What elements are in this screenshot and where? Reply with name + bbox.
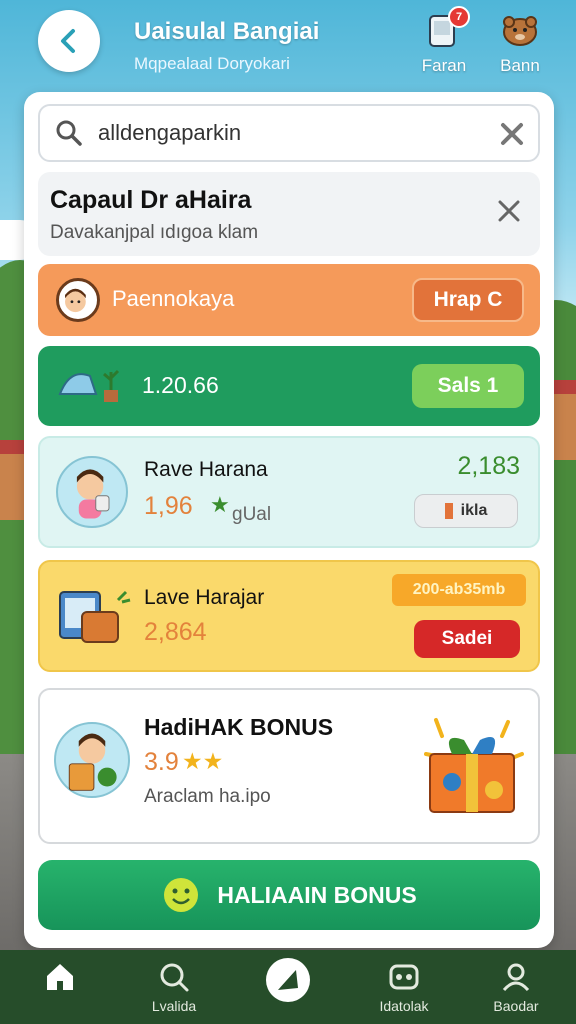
row-title: Rave Harana [144, 458, 268, 481]
profile-icon [502, 963, 530, 992]
gamepad-icon [389, 964, 419, 990]
search-input[interactable] [98, 120, 478, 146]
bonus-rating: 3.9 [144, 748, 179, 776]
info-card-title: Capaul Dr aHaira [50, 186, 252, 214]
header-action-label: Bann [500, 56, 540, 75]
nav-label: Idatolak [379, 998, 429, 1014]
app-subtitle: Mqpealaal Doryokari [134, 54, 290, 73]
star-rating-icon: ★★ [182, 748, 224, 774]
avatar [54, 722, 130, 798]
nav-compass[interactable] [266, 958, 310, 1002]
bonus-cta-label: HALIAAIN BONUS [217, 881, 417, 908]
header-action-faran[interactable]: 7 Faran [410, 6, 478, 76]
search-icon [56, 120, 82, 146]
tablet-box-icon [59, 590, 131, 643]
back-button[interactable] [38, 10, 100, 72]
bonus-subtitle: Araclam ha.ipo [144, 786, 271, 807]
clear-search-icon[interactable] [498, 120, 526, 148]
bonus-cta-button[interactable]: HALIAAIN BONUS [38, 860, 540, 930]
row-rating-suffix: gUal [232, 504, 272, 525]
info-card-subtitle: Davakanjpal ıdıgoa klam [50, 222, 259, 243]
list-item-yellow[interactable]: Lave Harajar 2,864 200-ab35mb Sadei [38, 560, 540, 672]
row-tag: 200-ab35mb [392, 574, 526, 606]
nav-home[interactable] [10, 960, 110, 994]
animal-icon [500, 10, 540, 50]
avatar [56, 278, 100, 322]
row-action-button[interactable]: Hrap C [412, 278, 524, 322]
home-icon [47, 964, 73, 990]
search-icon [160, 963, 189, 992]
nav-search[interactable]: Lvalida [124, 960, 224, 1014]
list-item-green[interactable]: 1.20.66 Sals 1 [38, 346, 540, 426]
row-value: 1.20.66 [142, 372, 219, 398]
row-action-button[interactable]: Sals 1 [412, 364, 524, 408]
cap-plant-icon [58, 369, 120, 402]
header-action-bann[interactable]: Bann [486, 10, 554, 76]
bonus-title: HadiHAK BONUS [144, 714, 334, 740]
row-action-button[interactable]: ikla [414, 494, 518, 528]
gift-box-icon [424, 718, 524, 813]
star-icon: ★ [210, 492, 230, 517]
bonus-card[interactable]: HadiHAK BONUS 3.9 ★★ Araclam ha.ipo [38, 688, 540, 844]
row-amount: 2,183 [457, 452, 520, 480]
smiley-icon [164, 878, 199, 912]
list-item-mint[interactable]: Rave Harana 2,183 1,96 ★ gUal ikla [38, 436, 540, 548]
row-title: Lave Harajar [144, 586, 265, 609]
notification-badge: 7 [448, 6, 470, 28]
list-item-orange[interactable]: Paennokaya Hrap C [38, 264, 540, 336]
nav-games[interactable]: Idatolak [354, 960, 454, 1014]
notification-device-icon: 7 [424, 6, 470, 50]
nav-label: Baodar [493, 998, 539, 1014]
info-card: Capaul Dr aHaira Davakanjpal ıdıgoa klam [38, 172, 540, 256]
tag-icon [444, 503, 453, 519]
close-icon[interactable] [494, 196, 524, 226]
main-panel: Capaul Dr aHaira Davakanjpal ıdıgoa klam… [24, 92, 554, 948]
row-label: Paennokaya [112, 286, 235, 311]
compass-icon [278, 970, 298, 990]
row-rating: 1,96 [144, 492, 193, 520]
nav-profile[interactable]: Baodar [466, 960, 566, 1014]
bottom-navigation: Lvalida Idatolak Baodar [0, 950, 576, 1024]
app-title: Uaisulal Bangiai [134, 18, 320, 45]
row-action-button[interactable]: Sadei [414, 620, 520, 658]
nav-label: Lvalida [151, 998, 197, 1014]
chevron-left-icon [61, 29, 75, 53]
avatar [56, 456, 128, 528]
row-value: 2,864 [144, 618, 207, 646]
header: Uaisulal Bangiai Mqpealaal Doryokari 7 F… [0, 0, 576, 95]
row-action-label: ikla [460, 502, 488, 519]
header-action-label: Faran [421, 56, 467, 75]
search-bar [38, 104, 540, 162]
